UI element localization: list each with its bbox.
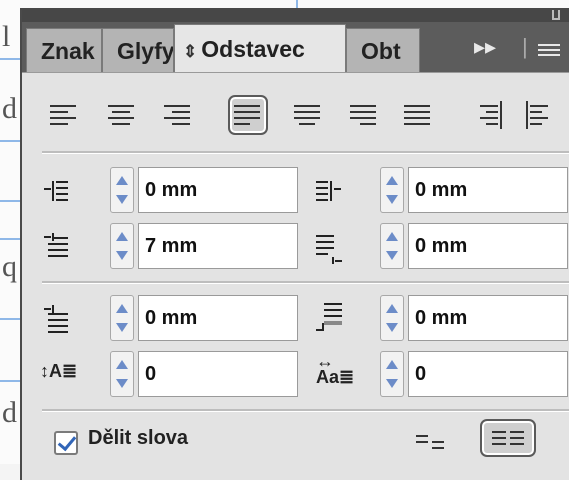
align-right-button[interactable] [158, 95, 198, 135]
first-line-indent-icon [44, 233, 72, 261]
increment-arrow-icon[interactable] [386, 176, 398, 185]
align-left-icon [50, 101, 78, 129]
paragraph-panel: Znak Glyfy ⇕ Odstavec Obt ▸▸ | 0 mm 0 mm… [20, 8, 569, 480]
right-indent-stepper[interactable] [380, 167, 404, 213]
left-indent-input[interactable] [138, 167, 298, 213]
increment-arrow-icon[interactable] [116, 232, 128, 241]
last-line-right-indent-stepper[interactable] [380, 223, 404, 269]
checkmark-icon [57, 431, 77, 452]
justify-last-left-icon [234, 101, 262, 129]
last-line-right-indent-input[interactable] [408, 223, 568, 269]
space-after-stepper[interactable] [380, 295, 404, 341]
left-indent-stepper[interactable] [110, 167, 134, 213]
updown-arrows-icon: ⇕ [183, 42, 198, 61]
panel-menu-icon[interactable] [538, 44, 560, 56]
space-before-input[interactable] [138, 295, 298, 341]
decrement-arrow-icon[interactable] [116, 379, 128, 388]
tab-character[interactable]: Znak [26, 28, 102, 72]
space-after-input[interactable] [408, 295, 568, 341]
space-before-stepper[interactable] [110, 295, 134, 341]
tab-label: Glyfy [117, 38, 174, 64]
panel-content: ↕A≣ ↔Aa≣ Dělit slova [22, 73, 569, 480]
justify-last-center-button[interactable] [288, 95, 328, 135]
last-line-right-indent-icon [316, 231, 344, 264]
justify-last-left-button[interactable] [228, 95, 268, 135]
first-line-indent-input[interactable] [138, 223, 298, 269]
increment-arrow-icon[interactable] [116, 360, 128, 369]
tab-label: Znak [41, 38, 95, 64]
drop-cap-characters-stepper[interactable] [380, 351, 404, 397]
drop-cap-lines-input[interactable] [138, 351, 298, 397]
justify-all-button[interactable] [398, 95, 438, 135]
document-glyph: d [2, 92, 17, 125]
document-glyph: d [2, 396, 17, 429]
justify-all-icon [404, 101, 432, 129]
section-divider [42, 151, 569, 154]
space-after-icon [316, 301, 344, 331]
decrement-arrow-icon[interactable] [116, 251, 128, 260]
left-indent-icon [44, 177, 72, 205]
first-line-indent-stepper[interactable] [110, 223, 134, 269]
drop-cap-characters-icon: ↔ Aa≣ [316, 351, 355, 387]
align-away-from-spine-button[interactable] [520, 95, 560, 135]
decrement-arrow-icon[interactable] [386, 251, 398, 260]
tab-label: Obt [361, 38, 401, 64]
guide-line [296, 0, 298, 8]
align-right-icon [164, 101, 192, 129]
align-towards-spine-button[interactable] [470, 95, 510, 135]
tab-text-wrap[interactable]: Obt [346, 28, 420, 72]
decrement-arrow-icon[interactable] [386, 195, 398, 204]
justify-last-center-icon [294, 101, 322, 129]
space-before-icon [44, 305, 72, 333]
paragraph-composer-icon [492, 429, 524, 457]
align-left-button[interactable] [44, 95, 84, 135]
increment-arrow-icon[interactable] [386, 232, 398, 241]
drop-cap-characters-input[interactable] [408, 351, 568, 397]
decrement-arrow-icon[interactable] [386, 323, 398, 332]
document-glyph: l [2, 20, 11, 53]
section-divider [42, 409, 569, 412]
collapse-icon[interactable] [552, 10, 560, 20]
increment-arrow-icon[interactable] [116, 176, 128, 185]
drop-cap-lines-stepper[interactable] [110, 351, 134, 397]
justify-last-right-button[interactable] [344, 95, 384, 135]
tab-divider: | [522, 34, 528, 59]
panel-tab-bar: Znak Glyfy ⇕ Odstavec Obt ▸▸ | [22, 22, 569, 73]
justify-last-right-icon [350, 101, 378, 129]
expand-panel-icon[interactable]: ▸▸ [474, 34, 496, 60]
decrement-arrow-icon[interactable] [116, 195, 128, 204]
increment-arrow-icon[interactable] [386, 360, 398, 369]
tab-paragraph[interactable]: ⇕ Odstavec [174, 24, 346, 72]
single-line-composer-icon [416, 433, 444, 461]
align-center-icon [108, 101, 136, 129]
align-away-from-spine-icon [526, 101, 554, 129]
decrement-arrow-icon[interactable] [386, 379, 398, 388]
increment-arrow-icon[interactable] [116, 304, 128, 313]
tab-label: Odstavec [201, 36, 305, 62]
single-line-composer-button[interactable] [410, 423, 466, 461]
decrement-arrow-icon[interactable] [116, 323, 128, 332]
drop-cap-lines-icon: ↕A≣ [40, 361, 78, 381]
tab-glyphs[interactable]: Glyfy [102, 28, 174, 72]
right-indent-icon [316, 177, 344, 205]
align-towards-spine-icon [476, 101, 504, 129]
section-divider [42, 281, 569, 284]
paragraph-composer-button[interactable] [480, 419, 536, 457]
hyphenate-checkbox[interactable] [54, 431, 78, 455]
document-glyph: q [2, 250, 17, 283]
hyphenate-label: Dělit slova [88, 427, 189, 449]
right-indent-input[interactable] [408, 167, 568, 213]
align-center-button[interactable] [102, 95, 142, 135]
increment-arrow-icon[interactable] [386, 304, 398, 313]
panel-title-bar[interactable] [22, 10, 569, 22]
